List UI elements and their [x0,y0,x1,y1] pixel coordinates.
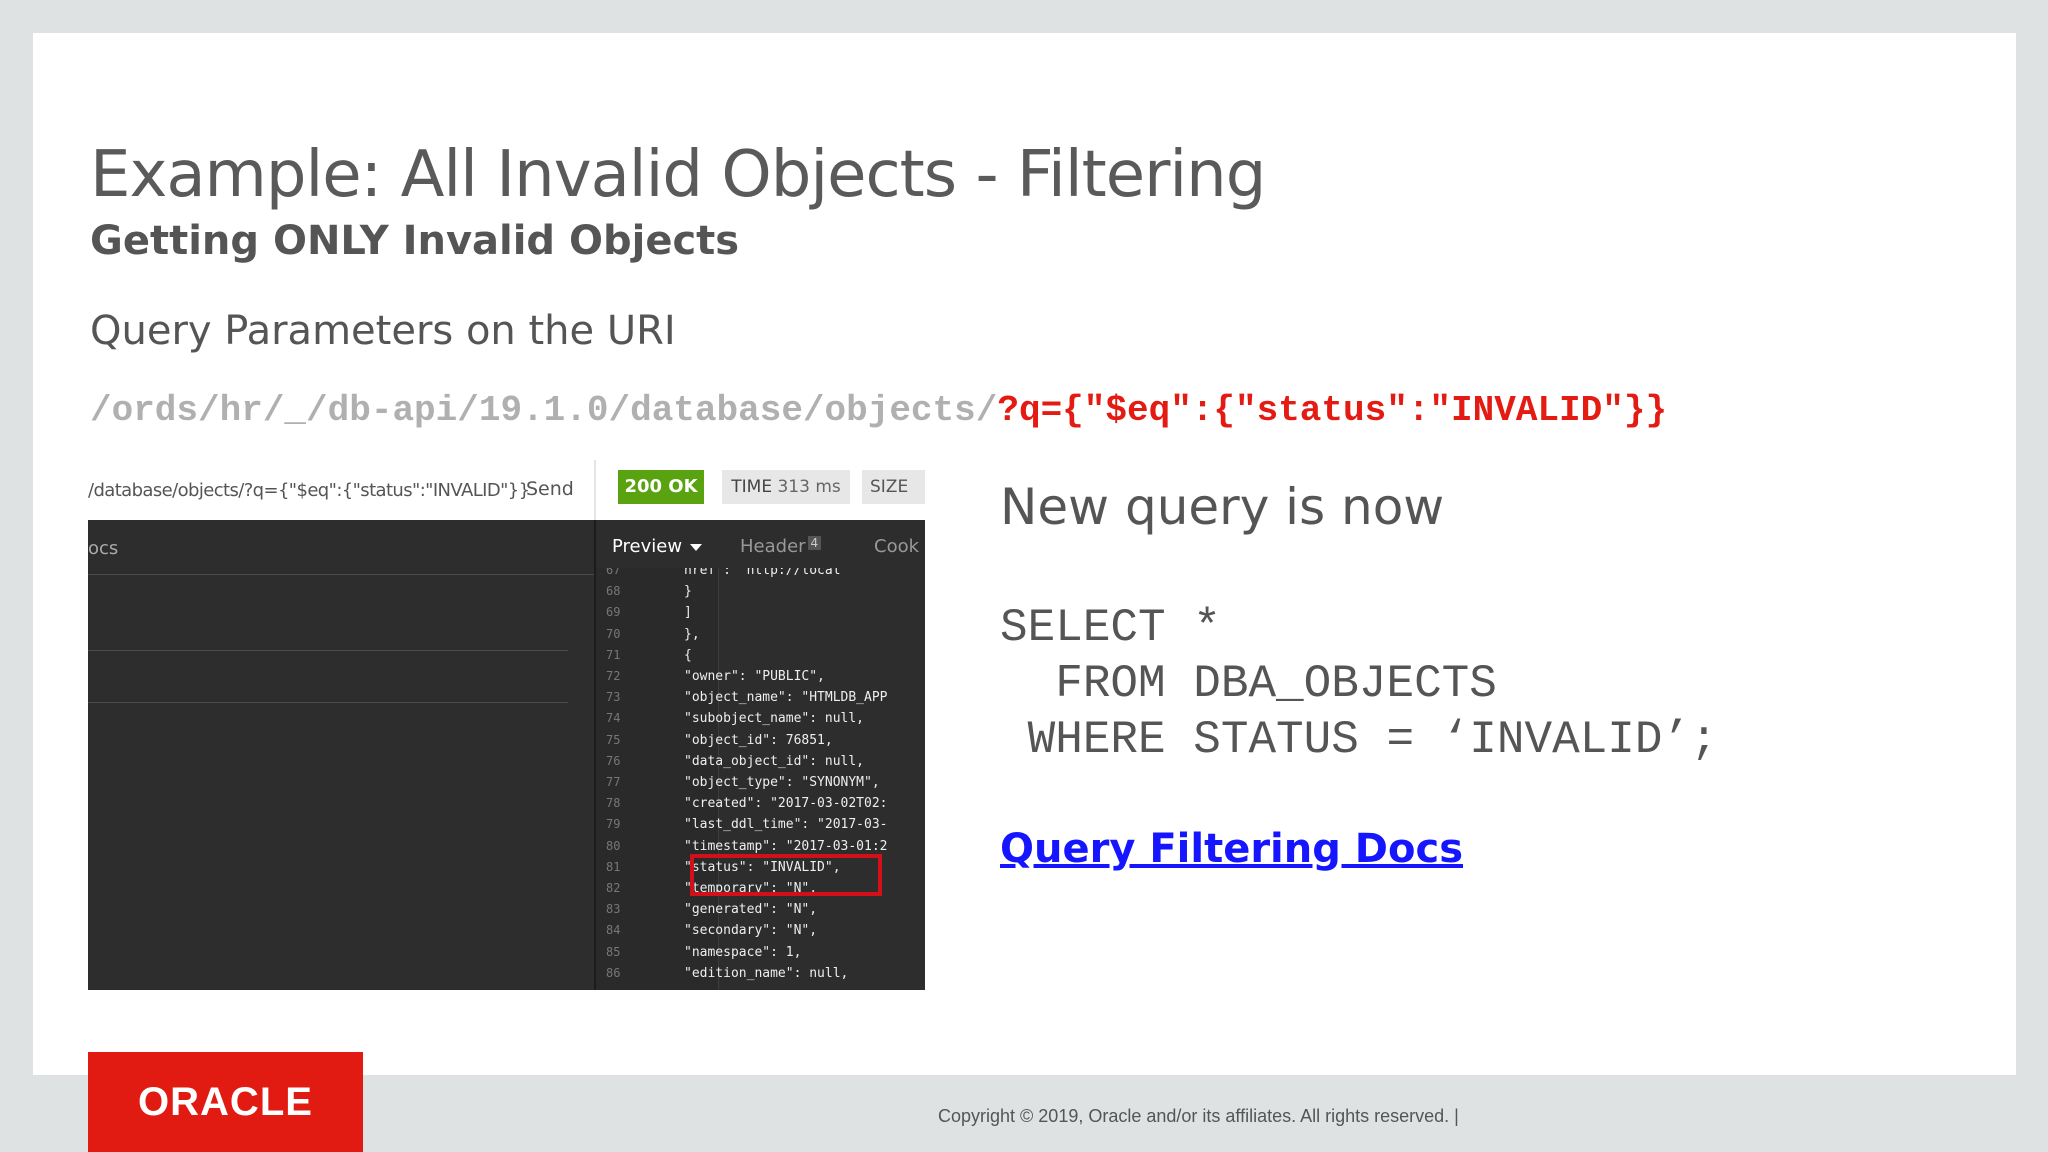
divider [88,702,568,703]
code-line: 74 "subobject_name": null, [596,708,925,729]
slide-title: Example: All Invalid Objects - Filtering [90,138,1266,212]
size-badge: SIZE [862,470,925,504]
line-number: 82 [606,881,621,895]
code-line: 73 "object_name": "HTMLDB_APP [596,687,925,708]
code-text: "last_ddl_time": "2017-03- [684,817,888,833]
code-line: 77 "object_type": "SYNONYM", [596,772,925,793]
code-text: } [684,584,692,600]
line-number: 86 [606,965,621,980]
line-number: 78 [606,796,621,811]
tab-cookies[interactable]: Cook [874,536,919,557]
send-button[interactable]: Send [526,478,574,500]
line-number: 79 [606,817,621,832]
code-line: 86 "edition_name": null, [596,963,925,984]
line-number: 69 [606,605,621,620]
tab-preview-label: Preview [612,536,683,557]
response-pane: 67 href": "http://local 68 } 69 ] 70}, 71{72… [596,520,925,990]
line-number: 83 [606,902,621,917]
time-label: TIME [731,477,773,497]
code-text: }, [684,626,700,642]
code-line: 84 "secondary": "N", [596,920,925,941]
sql-query: SELECT * FROM DBA_OBJECTS WHERE STATUS =… [1000,602,1718,766]
divider [88,574,594,575]
divider [88,650,568,651]
logo-text: ORACLE [138,1080,313,1124]
code-text: "object_name": "HTMLDB_APP [684,690,888,706]
line-number: 81 [606,859,621,874]
code-text: "data_object_id": null, [684,753,865,769]
line-number: 76 [606,753,621,768]
code-line: 85 "namespace": 1, [596,942,925,963]
slide-subtitle: Getting ONLY Invalid Objects [90,218,740,264]
code-line: 71 { [596,645,925,666]
time-badge: TIME 313 ms [722,470,850,504]
code-text: "object_id": 76851, [684,732,833,748]
uri-query: ?q={"$eq":{"status":"INVALID"}} [997,390,1668,431]
code-line: 76 "data_object_id": null, [596,751,925,772]
code-text: "object_type": "SYNONYM", [684,775,880,790]
divider [594,460,596,520]
tab-header[interactable]: Header 4 [740,536,822,557]
header-count-badge: 4 [807,536,822,550]
request-pane: ocs [88,520,594,990]
code-text: "created": "2017-03-02T02: [684,796,888,812]
request-url[interactable]: /database/objects/?q={"$eq":{"status":"I… [88,480,530,501]
line-number: 84 [606,923,621,938]
code-text: "owner": "PUBLIC", [684,669,825,684]
line-number: 75 [606,732,621,747]
oracle-logo: ORACLE [88,1052,363,1152]
code-line: 68 } [596,581,925,602]
uri-base: /ords/hr/_/db-api/19.1.0/database/object… [90,390,998,431]
code-text: "subobject_name": null, [684,711,865,727]
tab-header-label: Header [740,536,806,557]
response-json: 67 href": "http://local 68 } 69 ] 70}, 71{72… [596,560,925,990]
query-filtering-docs-link[interactable]: Query Filtering Docs [1000,826,1463,872]
code-line: 78 "created": "2017-03-02T02: [596,793,925,814]
line-number: 72 [606,669,621,683]
code-text: ] [684,605,692,621]
new-query-heading: New query is now [1000,478,1445,536]
chevron-down-icon [690,543,703,551]
code-text: "edition_name": null, [684,965,849,981]
code-line: 75 "object_id": 76851, [596,730,925,751]
copyright-footer: Copyright © 2019, Oracle and/or its affi… [938,1106,1459,1126]
response-tabs: Preview Header 4 Cook [596,520,925,568]
section-heading: Query Parameters on the URI [90,308,676,354]
line-number: 74 [606,711,621,726]
line-number: 85 [606,944,621,959]
request-bar: /database/objects/?q={"$eq":{"status":"I… [88,460,925,520]
api-client-screenshot: /database/objects/?q={"$eq":{"status":"I… [88,460,925,990]
status-badge: 200 OK [618,470,704,504]
status-highlight-box [690,854,882,896]
code-line: 69 ] [596,602,925,623]
line-number: 73 [606,690,621,705]
line-number: 77 [606,775,621,789]
line-number: 80 [606,838,621,853]
code-text: "namespace": 1, [684,944,802,960]
code-text: { [684,647,692,663]
time-value: 313 ms [777,477,841,497]
code-line: 79 "last_ddl_time": "2017-03- [596,814,925,835]
line-number: 70 [606,626,621,641]
code-line: 83 "generated": "N", [596,899,925,920]
line-number: 71 [606,647,621,662]
code-line: 70}, [596,624,925,645]
code-line: 72 "owner": "PUBLIC", [596,666,925,687]
code-text: "generated": "N", [684,902,818,918]
tab-preview[interactable]: Preview [612,536,703,557]
uri-example: /ords/hr/_/db-api/19.1.0/database/object… [90,390,1667,431]
code-text: "secondary": "N", [684,923,818,939]
line-number: 68 [606,584,621,599]
request-tab-docs[interactable]: ocs [88,538,118,559]
